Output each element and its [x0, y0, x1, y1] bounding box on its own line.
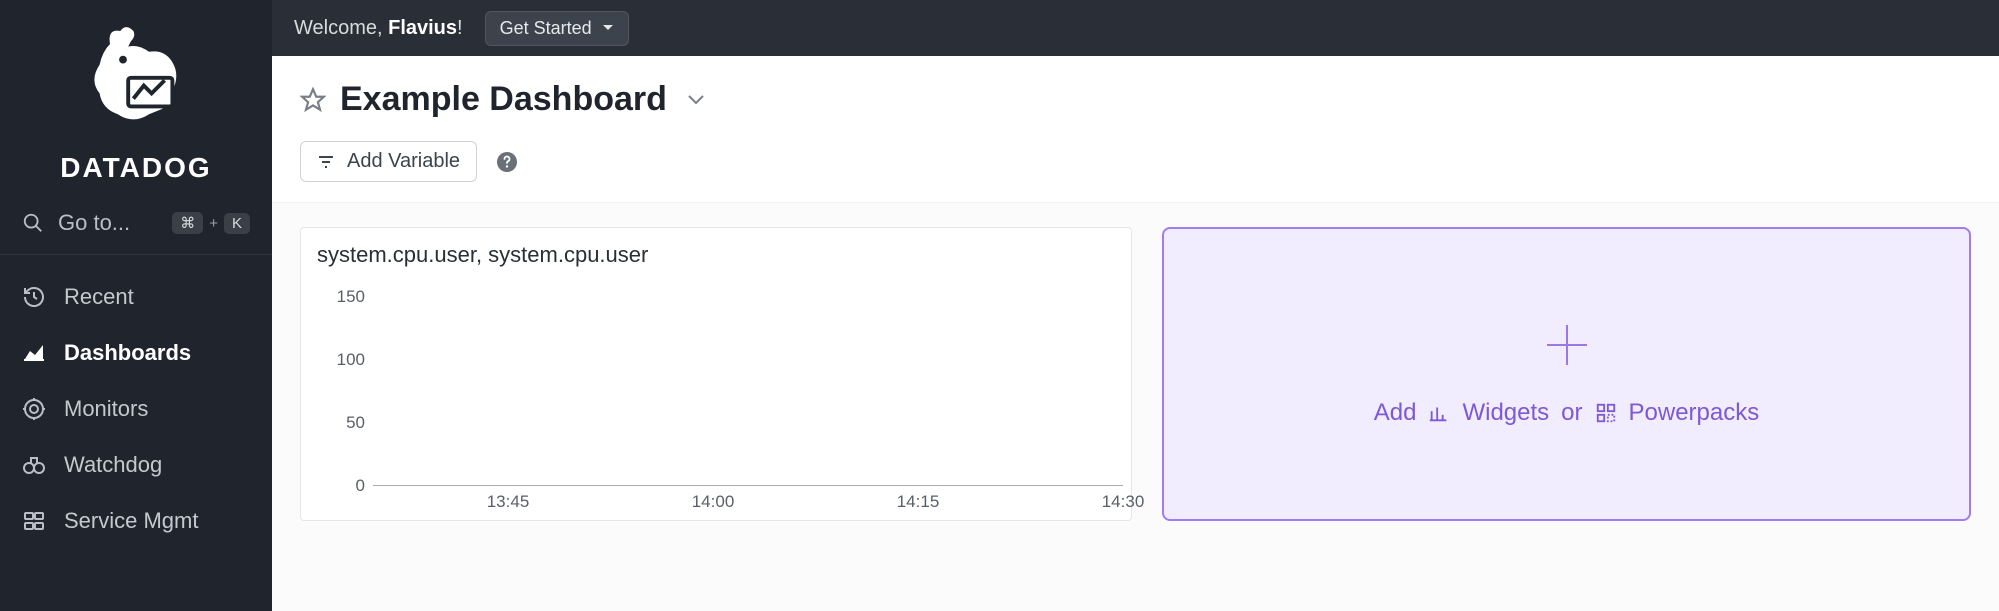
sidebar-item-dashboards[interactable]: Dashboards	[0, 325, 272, 381]
add-widget-dropzone[interactable]: Add Widgets or Powerpacks	[1162, 227, 1971, 521]
binoculars-icon	[22, 453, 46, 477]
dz-or: or	[1561, 399, 1582, 427]
help-icon[interactable]	[495, 150, 519, 174]
page-title: Example Dashboard	[340, 80, 667, 119]
y-tick: 100	[337, 350, 365, 370]
y-tick: 0	[356, 476, 365, 496]
titlebar: Example Dashboard Add Variable	[272, 56, 1999, 203]
kbd-plus: +	[209, 215, 218, 232]
dashboard-icon	[22, 341, 46, 365]
brand-logo[interactable]: DATADOG	[0, 0, 272, 202]
history-icon	[22, 285, 46, 309]
y-tick: 50	[346, 413, 365, 433]
chart-plot	[373, 284, 1123, 486]
dz-add: Add	[1374, 399, 1417, 427]
x-tick: 13:45	[487, 492, 530, 512]
welcome-suffix: !	[457, 17, 463, 39]
service-mgmt-icon	[22, 509, 46, 533]
x-tick: 14:00	[692, 492, 735, 512]
goto-label: Go to...	[58, 210, 172, 236]
sidebar-item-label: Recent	[64, 284, 134, 310]
welcome-name: Flavius	[388, 17, 457, 39]
dashboard-content: system.cpu.user, system.cpu.user 0 50 100 1…	[272, 203, 1999, 611]
get-started-label: Get Started	[500, 18, 592, 39]
sidebar-nav: Recent Dashboards Monitors Watchdog	[0, 255, 272, 549]
chevron-down-icon[interactable]	[687, 94, 705, 106]
add-variable-button[interactable]: Add Variable	[300, 141, 477, 182]
powerpack-icon	[1595, 402, 1617, 424]
chart-title: system.cpu.user, system.cpu.user	[301, 228, 1131, 276]
datadog-logo-icon	[71, 18, 201, 148]
kbd-k: K	[224, 213, 250, 234]
welcome-prefix: Welcome,	[294, 17, 388, 39]
main: Welcome, Flavius! Get Started Example Da…	[272, 0, 1999, 611]
topbar: Welcome, Flavius! Get Started	[272, 0, 1999, 56]
x-tick: 14:15	[897, 492, 940, 512]
sidebar-item-monitors[interactable]: Monitors	[0, 381, 272, 437]
sidebar-item-label: Monitors	[64, 396, 148, 422]
kbd-cmd: ⌘	[172, 212, 203, 234]
title-row: Example Dashboard	[300, 80, 1971, 119]
monitors-icon	[22, 397, 46, 421]
brand-name: DATADOG	[60, 152, 211, 184]
dz-powerpacks: Powerpacks	[1629, 399, 1760, 427]
star-icon[interactable]	[300, 87, 326, 113]
x-tick: 14:30	[1102, 492, 1145, 512]
chart-widget[interactable]: system.cpu.user, system.cpu.user 0 50 100 1…	[300, 227, 1132, 521]
sidebar-item-label: Dashboards	[64, 340, 191, 366]
add-variable-label: Add Variable	[347, 150, 460, 173]
sidebar-item-service-mgmt[interactable]: Service Mgmt	[0, 493, 272, 549]
filter-icon	[317, 153, 335, 171]
welcome-message: Welcome, Flavius!	[294, 17, 463, 40]
y-tick: 150	[337, 287, 365, 307]
chart-area: 05010015013:4514:0014:1514:30	[301, 276, 1131, 520]
chart-svg	[373, 284, 1123, 486]
sidebar-item-label: Watchdog	[64, 452, 162, 478]
sidebar-item-recent[interactable]: Recent	[0, 269, 272, 325]
search-icon	[22, 212, 44, 234]
dropzone-text: Add Widgets or Powerpacks	[1374, 399, 1759, 427]
dz-widgets: Widgets	[1462, 399, 1549, 427]
sidebar-item-label: Service Mgmt	[64, 508, 198, 534]
goto-search[interactable]: Go to... ⌘ + K	[0, 202, 272, 255]
sidebar: DATADOG Go to... ⌘ + K Recent	[0, 0, 272, 611]
get-started-button[interactable]: Get Started	[485, 11, 629, 46]
sidebar-item-watchdog[interactable]: Watchdog	[0, 437, 272, 493]
goto-shortcut: ⌘ + K	[172, 212, 250, 234]
variable-row: Add Variable	[300, 141, 1971, 182]
chevron-down-icon	[602, 24, 614, 32]
plus-icon	[1543, 321, 1591, 369]
bar-chart-icon	[1428, 402, 1450, 424]
